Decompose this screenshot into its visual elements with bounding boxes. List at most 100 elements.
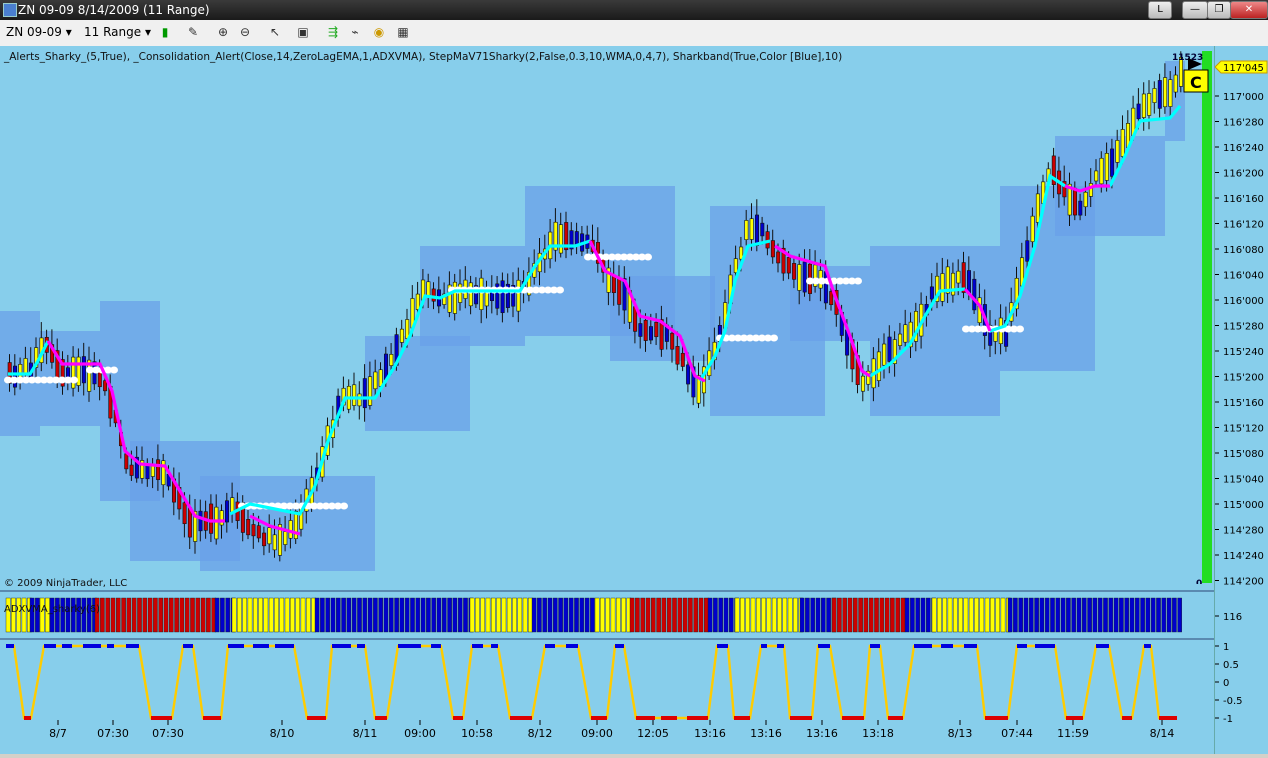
- adxvma-bar: [863, 597, 869, 633]
- candle-body: [956, 270, 961, 284]
- zoom-out-icon[interactable]: ⊖: [238, 25, 252, 39]
- adxvma-bar: [263, 597, 269, 633]
- adxvma-bar: [517, 597, 523, 633]
- maximize-button[interactable]: ❐: [1207, 1, 1231, 19]
- candle-body: [1120, 129, 1125, 157]
- adxvma-bar: [1145, 597, 1151, 633]
- sharkband-zone: [200, 476, 375, 571]
- adxvma-bar: [979, 597, 985, 633]
- adxvma-bar: [485, 597, 491, 633]
- consolidation-dot: [340, 502, 348, 510]
- grid-icon[interactable]: ▦: [396, 25, 410, 39]
- bar-style-icon[interactable]: ▮: [158, 25, 172, 39]
- adxvma-bar: [420, 597, 426, 633]
- candle-body: [617, 278, 622, 305]
- adxvma-bar: [389, 597, 394, 633]
- adxvma-bar: [553, 597, 558, 633]
- adxvma-bar: [771, 597, 777, 633]
- adxvma-bar: [426, 597, 431, 633]
- app-icon: [3, 3, 17, 17]
- adxvma-bar: [1087, 597, 1092, 633]
- pointer-icon[interactable]: ↖: [268, 25, 282, 39]
- candle-body: [251, 524, 256, 537]
- time-tick-label: 8/13: [948, 727, 973, 740]
- adxvma-bar: [415, 597, 421, 633]
- price-tick-label: 115'000: [1223, 500, 1264, 511]
- candle-body: [288, 520, 293, 539]
- adxvma-bar: [131, 597, 137, 633]
- adxvma-bar: [713, 597, 718, 633]
- candle-body: [792, 263, 797, 280]
- candle-body: [797, 264, 802, 291]
- adxvma-bar: [629, 597, 635, 633]
- adxvma-bar: [410, 597, 415, 633]
- adxvma-bar: [184, 597, 190, 633]
- adxvma-bar: [1000, 597, 1006, 633]
- instrument-selector[interactable]: ZN 09-09 ▾: [6, 23, 72, 41]
- adxvma-bar: [522, 597, 528, 633]
- adxvma-bar: [274, 597, 279, 633]
- adxvma-bar: [547, 597, 553, 633]
- adxvma-bar: [793, 597, 798, 633]
- candle-body: [431, 288, 436, 302]
- candle-body: [198, 510, 203, 532]
- candle-body: [733, 258, 738, 273]
- chart-toolbar: ZN 09-09 ▾ 11 Range ▾ ▮ ✎ ⊕ ⊖ ↖ ▣ ⇶ ⌁ ◉ …: [0, 20, 1268, 47]
- adxvma-bar: [506, 597, 512, 633]
- price-tick-label: 115'240: [1223, 347, 1264, 358]
- candle-body: [940, 273, 945, 302]
- link-button[interactable]: L: [1148, 1, 1172, 19]
- adxvma-bar: [842, 597, 847, 633]
- adxvma-panel[interactable]: [0, 594, 1214, 638]
- adxvma-bar: [1060, 597, 1066, 633]
- adxvma-bar: [579, 597, 585, 633]
- adxvma-bar: [1076, 597, 1082, 633]
- close-button[interactable]: ✕: [1230, 1, 1268, 19]
- adxvma-bar: [306, 597, 311, 633]
- adxvma-bar: [362, 597, 368, 633]
- adxvma-bar: [1018, 597, 1023, 633]
- adxvma-bar: [1150, 597, 1156, 633]
- chart-area[interactable]: 11523 0 C _Alerts_Sharky_(5,True), _Consol…: [0, 46, 1268, 754]
- price-panel[interactable]: 11523 0 C: [0, 46, 1214, 584]
- price-tick-label: 115'080: [1223, 449, 1264, 460]
- adxvma-bar: [341, 597, 346, 633]
- adxvma-bar: [1028, 597, 1034, 633]
- period-selector[interactable]: 11 Range ▾: [84, 23, 151, 41]
- candle-body: [1035, 193, 1040, 223]
- adxvma-bar: [568, 597, 574, 633]
- window-title: ZN 09-09 8/14/2009 (11 Range): [18, 3, 210, 17]
- adxvma-bar: [718, 597, 723, 633]
- adxvma-bar: [677, 597, 683, 633]
- candle-body: [1073, 187, 1078, 216]
- candle-body: [1083, 191, 1088, 208]
- candle-body: [283, 531, 288, 545]
- adxvma-bar: [110, 597, 116, 633]
- period-label: 11 Range: [84, 25, 142, 39]
- data-box-icon[interactable]: ▣: [296, 25, 310, 39]
- candle-body: [887, 336, 892, 362]
- adxvma-bar: [452, 597, 458, 633]
- adxvma-bar: [594, 597, 600, 633]
- price-axis-panel[interactable]: 117'000 116'280 116'240 116'200 116'160 116'1…: [1214, 46, 1268, 754]
- strategy-icon[interactable]: ⇶: [326, 25, 340, 39]
- adxvma-bar: [666, 597, 672, 633]
- adxvma-bar: [1108, 597, 1114, 633]
- properties-icon[interactable]: ◉: [372, 25, 386, 39]
- candle-body: [654, 321, 659, 338]
- candle-body: [972, 278, 977, 311]
- adxvma-bar: [404, 597, 410, 633]
- candle-body: [214, 506, 219, 540]
- candle-body: [860, 375, 865, 392]
- adxvma-bar: [1007, 597, 1013, 633]
- indicator-icon[interactable]: ⌁: [348, 25, 362, 39]
- zoom-in-icon[interactable]: ⊕: [216, 25, 230, 39]
- drawing-tool-icon[interactable]: ✎: [186, 25, 200, 39]
- oscillator-panel[interactable]: [0, 640, 1214, 720]
- minimize-button[interactable]: —: [1182, 1, 1208, 19]
- adxvma-bar: [672, 597, 677, 633]
- adxvma-bar: [953, 597, 958, 633]
- indicator-list: _Alerts_Sharky_(5,True), _Consolidation_…: [4, 51, 843, 63]
- adxvma-bar: [496, 597, 501, 633]
- adxvma-bar: [616, 597, 621, 633]
